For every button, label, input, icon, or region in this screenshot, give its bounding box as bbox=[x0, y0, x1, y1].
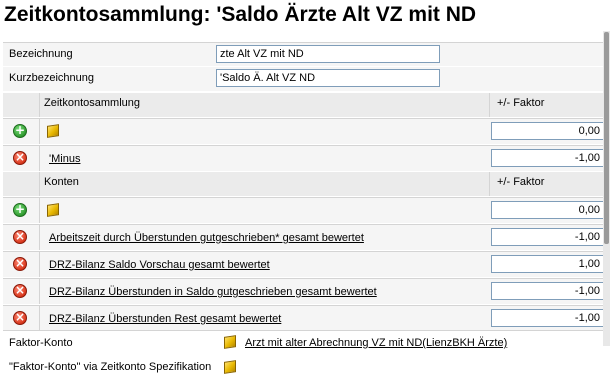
factor-input[interactable]: 0,00 bbox=[491, 201, 605, 219]
cube-icon[interactable] bbox=[224, 360, 236, 374]
bezeichnung-label: Bezeichnung bbox=[9, 48, 73, 60]
zeitkontosammlung-heading: Zeitkontosammlung bbox=[44, 97, 140, 109]
faktor-konto-label: Faktor-Konto bbox=[9, 337, 73, 349]
header-divider bbox=[39, 93, 40, 117]
icon-cell: × bbox=[3, 225, 40, 250]
factor-input[interactable]: -1,00 bbox=[491, 282, 605, 300]
faktor-konto-link[interactable]: Arzt mit alter Abrechnung VZ mit ND(Lien… bbox=[245, 337, 507, 349]
cube-icon[interactable] bbox=[47, 203, 59, 217]
konten-header: Konten +/- Faktor bbox=[3, 172, 608, 196]
table-row: × DRZ-Bilanz Überstunden in Saldo gutges… bbox=[3, 278, 608, 304]
table-row: × 'Minus -1,00 bbox=[3, 145, 608, 171]
kurzbezeichnung-label: Kurzbezeichnung bbox=[9, 72, 95, 84]
konto-link[interactable]: DRZ-Bilanz Saldo Vorschau gesamt bewerte… bbox=[49, 259, 270, 271]
scrollbar-thumb[interactable] bbox=[604, 32, 609, 244]
konto-link[interactable]: DRZ-Bilanz Überstunden in Saldo gutgesch… bbox=[49, 286, 377, 298]
konto-link[interactable]: Arbeitszeit durch Überstunden gutgeschri… bbox=[49, 232, 364, 244]
factor-input[interactable]: -1,00 bbox=[491, 309, 605, 327]
x-circle-icon[interactable]: × bbox=[13, 256, 27, 271]
icon-cell: × bbox=[3, 306, 40, 331]
page-title: Zeitkontosammlung: 'Saldo Ärzte Alt VZ m… bbox=[4, 3, 477, 26]
zeitkonto-link[interactable]: 'Minus bbox=[49, 153, 80, 165]
factor-heading: +/- Faktor bbox=[497, 97, 545, 109]
plus-circle-icon[interactable]: + bbox=[13, 202, 27, 217]
x-circle-icon[interactable]: × bbox=[13, 283, 27, 298]
table-row: × Arbeitszeit durch Überstunden gutgesch… bbox=[3, 224, 608, 250]
factor-input[interactable]: -1,00 bbox=[491, 228, 605, 246]
kurzbezeichnung-input[interactable]: 'Saldo Ä. Alt VZ ND bbox=[216, 69, 440, 87]
factor-input[interactable]: -1,00 bbox=[491, 149, 605, 167]
faktor-konto-spez-label: "Faktor-Konto" via Zeitkonto Spezifikati… bbox=[9, 361, 212, 373]
konten-add-row: + 0,00 bbox=[3, 197, 608, 223]
x-circle-icon[interactable]: × bbox=[13, 310, 27, 325]
kurzbezeichnung-row: Kurzbezeichnung 'Saldo Ä. Alt VZ ND bbox=[3, 67, 608, 91]
header-divider bbox=[489, 93, 490, 117]
faktor-konto-spez-row: "Faktor-Konto" via Zeitkonto Spezifikati… bbox=[3, 355, 608, 379]
header-divider bbox=[489, 172, 490, 196]
x-circle-icon[interactable]: × bbox=[13, 150, 27, 165]
factor-input[interactable]: 0,00 bbox=[491, 122, 605, 140]
factor-heading: +/- Faktor bbox=[497, 176, 545, 188]
zeitkontosammlung-header: Zeitkontosammlung +/- Faktor bbox=[3, 93, 608, 117]
zeitkontosammlung-add-row: + 0,00 bbox=[3, 118, 608, 144]
icon-cell: + bbox=[3, 198, 40, 223]
icon-cell: × bbox=[3, 279, 40, 304]
cube-icon[interactable] bbox=[224, 335, 236, 349]
faktor-konto-row: Faktor-Konto Arzt mit alter Abrechnung V… bbox=[3, 330, 608, 354]
icon-cell: × bbox=[3, 252, 40, 277]
bezeichnung-input[interactable]: zte Alt VZ mit ND bbox=[216, 45, 440, 63]
cube-icon[interactable] bbox=[47, 124, 59, 138]
konten-heading: Konten bbox=[44, 176, 79, 188]
bezeichnung-row: Bezeichnung zte Alt VZ mit ND bbox=[3, 42, 608, 66]
table-row: × DRZ-Bilanz Überstunden Rest gesamt bew… bbox=[3, 305, 608, 331]
icon-cell: + bbox=[3, 119, 40, 144]
table-row: × DRZ-Bilanz Saldo Vorschau gesamt bewer… bbox=[3, 251, 608, 277]
factor-input[interactable]: 1,00 bbox=[491, 255, 605, 273]
header-divider bbox=[39, 172, 40, 196]
plus-circle-icon[interactable]: + bbox=[13, 123, 27, 138]
icon-cell: × bbox=[3, 146, 40, 171]
x-circle-icon[interactable]: × bbox=[13, 229, 27, 244]
konto-link[interactable]: DRZ-Bilanz Überstunden Rest gesamt bewer… bbox=[49, 313, 281, 325]
